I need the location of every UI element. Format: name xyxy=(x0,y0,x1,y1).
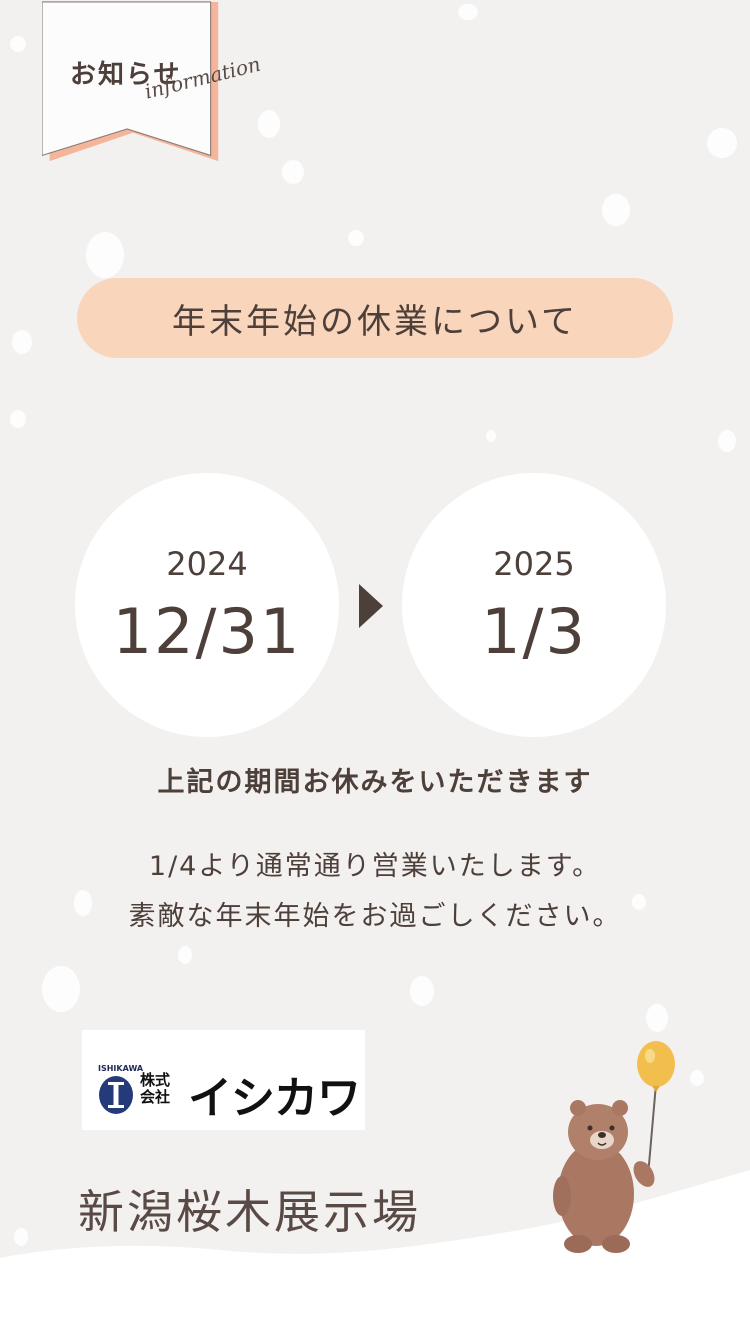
logo-kaisha: 株式 会社 xyxy=(140,1071,171,1106)
end-year: 2025 xyxy=(493,545,575,583)
bear-illustration xyxy=(553,1041,675,1253)
snow-dot xyxy=(42,966,80,1012)
snow-dot xyxy=(10,36,26,52)
snow-dot xyxy=(10,410,26,428)
snow-dot xyxy=(690,1070,704,1086)
start-date: 12/31 xyxy=(112,595,302,668)
logo-emblem-icon xyxy=(99,1076,133,1114)
snow-dot xyxy=(348,230,364,246)
company-logo: ISHIKAWA 株式 会社 イシカワ xyxy=(82,1030,365,1130)
arrow-right-icon xyxy=(359,584,383,628)
page-title: 年末年始の休業について xyxy=(77,278,673,358)
notice-line: 1/4より通常通り営業いたします。 xyxy=(148,851,602,882)
snow-dot xyxy=(178,946,192,964)
snow-dot xyxy=(486,430,496,442)
start-year: 2024 xyxy=(166,545,248,583)
logo-company-name: イシカワ xyxy=(188,1073,361,1124)
snow-dot xyxy=(282,160,304,184)
snow-dot xyxy=(258,110,280,138)
closure-notice: 上記の期間お休みをいただきます xyxy=(157,767,593,798)
end-date-circle: 2025 1/3 xyxy=(402,473,666,737)
notice-line: 素敵な年末年始をお過ごしください。 xyxy=(128,901,622,932)
snow-dot xyxy=(86,232,124,278)
snow-dot xyxy=(458,4,478,20)
snow-dot xyxy=(602,194,630,226)
snow-dot xyxy=(646,1004,668,1032)
start-date-circle: 2024 12/31 xyxy=(75,473,339,737)
snow-dot xyxy=(12,330,32,354)
snow-dot xyxy=(410,976,434,1006)
snow-dot xyxy=(707,128,737,158)
end-date: 1/3 xyxy=(481,595,587,668)
logo-small-text: ISHIKAWA xyxy=(98,1064,144,1073)
snow-dot xyxy=(718,430,736,452)
